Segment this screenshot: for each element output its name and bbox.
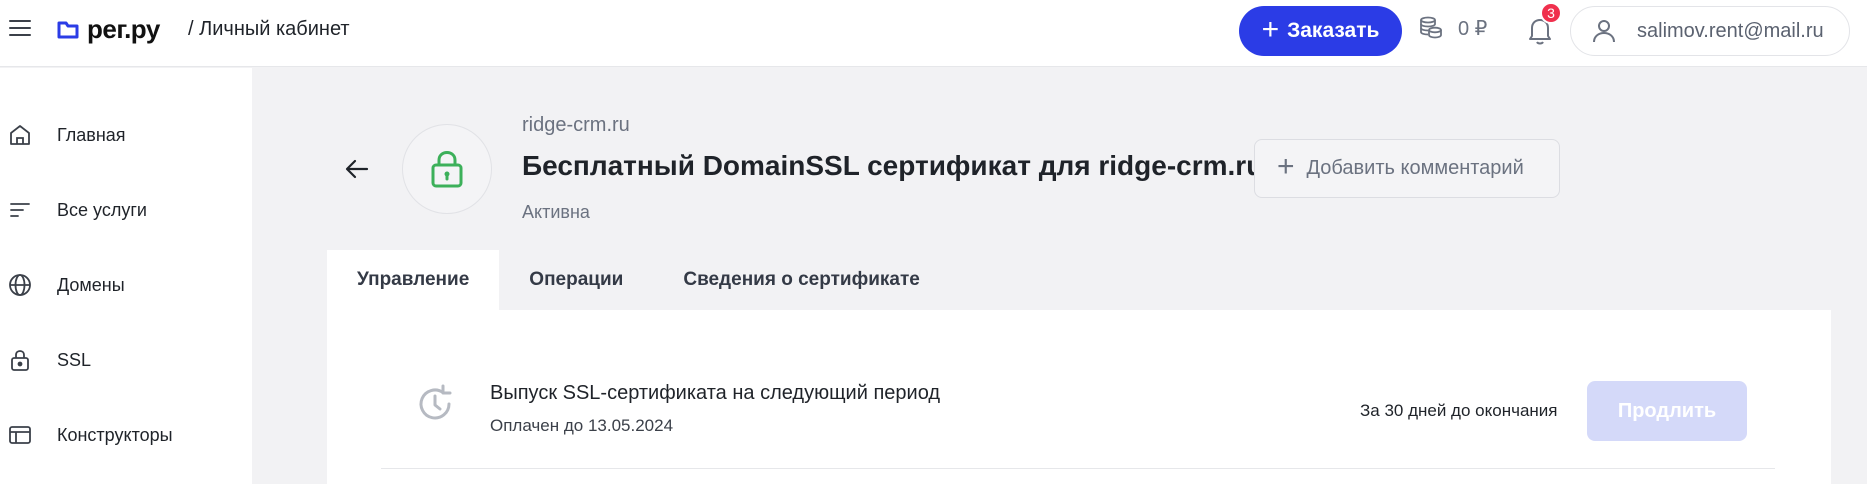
plus-icon: + [1277, 150, 1295, 183]
user-email: salimov.rent@mail.ru [1637, 19, 1824, 42]
renewal-note: За 30 дней до окончания [1360, 401, 1558, 420]
sidebar-item-domains[interactable]: Домены [0, 260, 252, 310]
top-bar: рег.ру / Личный кабинет + Заказать 0 ₽ 3… [0, 0, 1867, 67]
page-title: Бесплатный DomainSSL сертификат для ridg… [522, 150, 1264, 181]
renewal-title: Выпуск SSL-сертификата на следующий пери… [490, 382, 941, 404]
order-button-label: Заказать [1287, 19, 1380, 42]
balance[interactable]: 0 ₽ [1418, 15, 1487, 41]
logo[interactable]: рег.ру [57, 14, 160, 45]
renew-button[interactable]: Продлить [1587, 381, 1747, 441]
paid-until: Оплачен до 13.05.2024 [490, 416, 674, 435]
sidebar-item-label: Домены [57, 274, 125, 295]
sidebar-item-label: Главная [57, 124, 126, 145]
breadcrumb[interactable]: / Личный кабинет [188, 18, 350, 41]
sidebar-item-label: SSL [57, 349, 92, 370]
divider [381, 468, 1775, 469]
management-panel: Выпуск SSL-сертификата на следующий пери… [327, 310, 1831, 484]
plus-icon: + [1261, 12, 1280, 46]
folder-logo-icon [57, 21, 79, 38]
order-button[interactable]: + Заказать [1239, 6, 1402, 56]
sidebar-item-ssl[interactable]: SSL [0, 335, 252, 385]
home-icon [10, 125, 30, 145]
sidebar-item-services[interactable]: Все услуги [0, 185, 252, 235]
tab-certificate-info[interactable]: Сведения о сертификате [653, 250, 949, 310]
lock-icon [11, 350, 29, 371]
status-text: Активна [522, 202, 590, 222]
service-domain: ridge-crm.ru [522, 114, 630, 136]
notification-badge: 3 [1540, 2, 1562, 24]
list-icon [10, 203, 30, 217]
logo-text: рег.ру [87, 14, 160, 44]
add-comment-label: Добавить комментарий [1306, 157, 1524, 179]
add-comment-button[interactable]: + Добавить комментарий [1254, 139, 1560, 198]
sidebar-item-home[interactable]: Главная [0, 110, 252, 160]
tab-management[interactable]: Управление [327, 250, 500, 310]
renew-clock-icon [419, 384, 452, 420]
user-menu[interactable]: salimov.rent@mail.ru [1570, 6, 1850, 56]
globe-icon [9, 274, 31, 296]
sidebar-item-builders[interactable]: Конструкторы [0, 410, 252, 460]
back-arrow-icon[interactable] [343, 155, 371, 183]
tab-operations[interactable]: Операции [499, 250, 653, 310]
ssl-lock-icon [431, 150, 463, 188]
sidebar-item-label: Конструкторы [57, 424, 173, 445]
coins-icon [1420, 16, 1442, 39]
sidebar: Главная Все услуги Домены SSL Конструкто… [0, 68, 252, 484]
sidebar-item-label: Все услуги [57, 199, 147, 220]
service-avatar [402, 124, 492, 214]
balance-value: 0 ₽ [1458, 17, 1488, 40]
tabs: Управление Операции Сведения о сертифика… [327, 250, 950, 310]
user-icon [1593, 20, 1615, 43]
menu-icon[interactable] [9, 20, 31, 38]
browser-window-icon [9, 426, 31, 444]
